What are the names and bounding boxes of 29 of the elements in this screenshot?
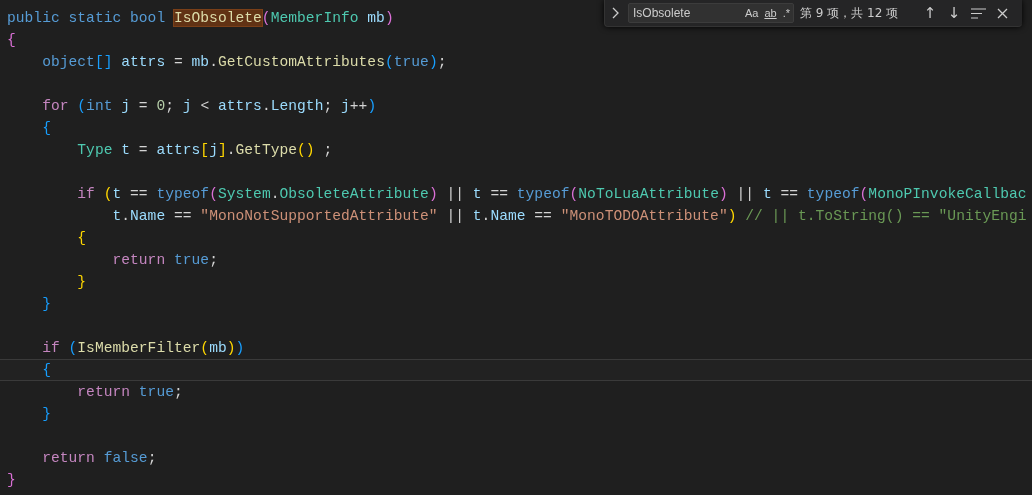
close-icon [996,7,1008,19]
code-line: { [41,119,51,138]
code-line: { [41,361,51,380]
code-line: } [7,471,16,490]
code-line: public static bool IsObsolete(MemberInfo mb) [7,9,394,28]
lines-icon [970,7,986,19]
search-field[interactable]: IsObsolete Aa ab .* [628,3,794,23]
search-match: IsObsolete [173,10,262,26]
regex-toggle[interactable]: .* [779,5,793,21]
next-match-button[interactable]: ↓ [942,2,966,24]
code-line: return true; [111,251,218,270]
code-line: return true; [76,383,183,402]
previous-match-button[interactable]: ↑ [918,2,942,24]
whole-word-toggle[interactable]: ab [761,5,780,21]
match-case-toggle[interactable]: Aa [741,5,762,21]
code-line: if (t == typeof(System.ObsoleteAttribute) || t == typeof(NoToLuaAttribute) || t == typeof(MonoPInvokeCallbac [76,185,1027,204]
code-line: } [76,273,87,292]
code-line: { [7,31,16,50]
code-line: } [41,405,51,424]
code-line: for (int j = 0; j < attrs.Length; j++) [41,97,377,116]
code-line: if (IsMemberFilter(mb)) [41,339,245,358]
chevron-right-icon [611,7,619,19]
code-line: t.Name == "MonoNotSupportedAttribute" || t.Name == "MonoTODOAttribute") // || t.ToString() == "UnityEngi [111,207,1027,226]
match-count: 第 9 项，共 12 项 [800,4,900,22]
code-line: } [41,295,51,314]
code-line: { [76,229,87,248]
code-line: return false; [41,449,157,468]
code-line: Type t = attrs[j].GetType() ; [76,141,333,160]
code-line: object[] attrs = mb.GetCustomAttributes(true); [41,53,447,72]
